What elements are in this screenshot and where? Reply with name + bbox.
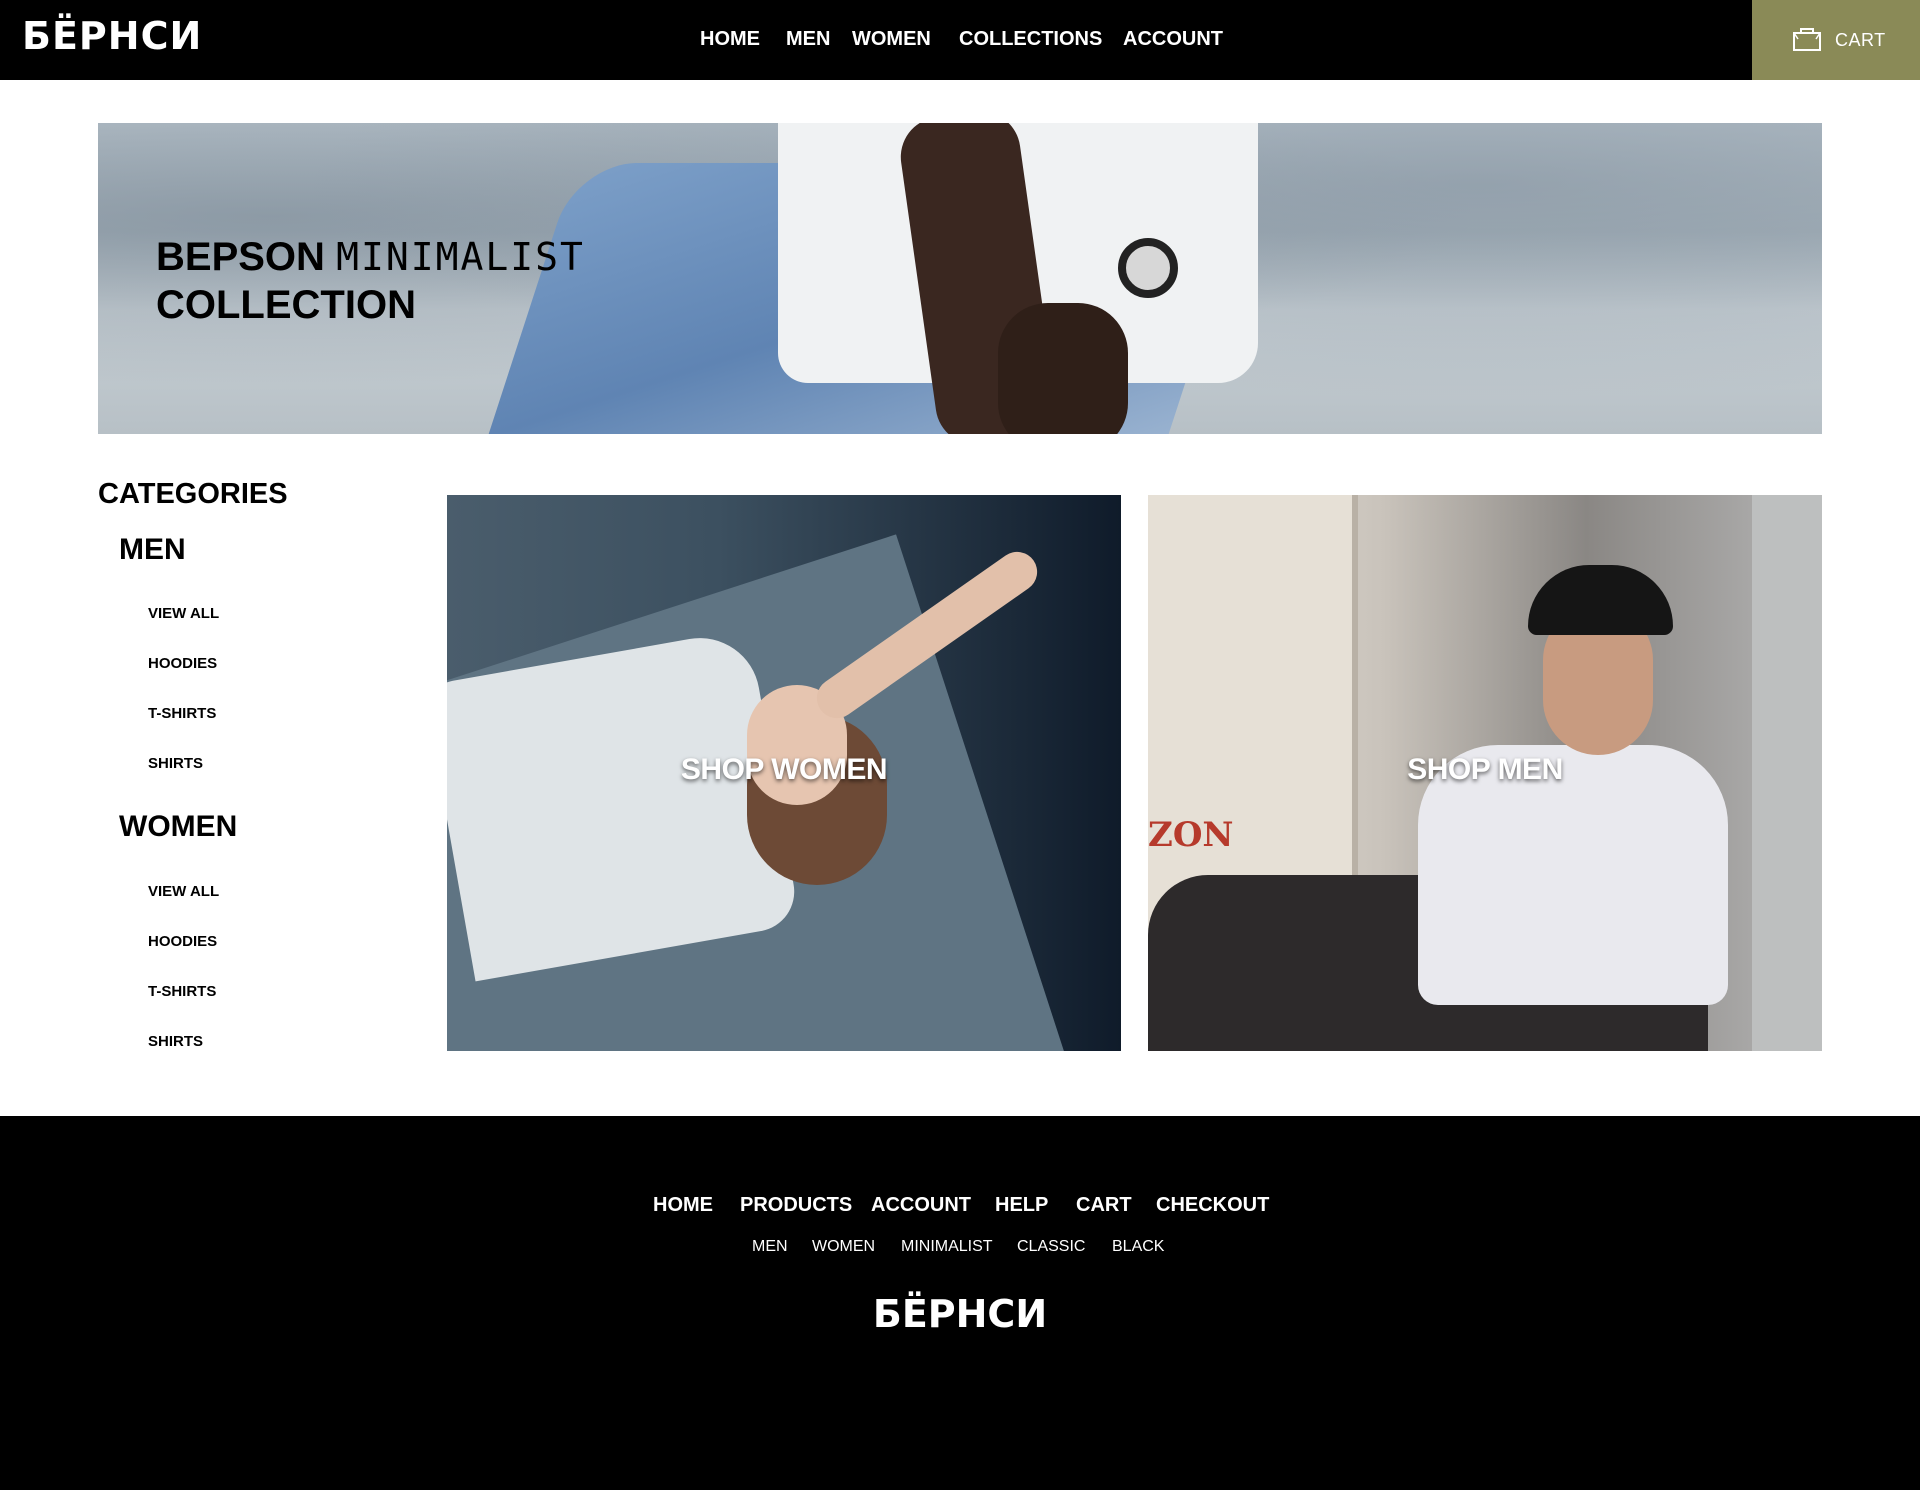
footer-link-women[interactable]: WOMEN	[812, 1238, 875, 1256]
hero-collection: COLLECTION	[156, 283, 416, 327]
shop-women-label: SHOP WOMEN	[680, 753, 888, 786]
footer-nav-checkout[interactable]: CHECKOUT	[1156, 1194, 1269, 1217]
shop-women-tile[interactable]: SHOP WOMEN	[447, 495, 1121, 1051]
category-women-hoodies[interactable]: HOODIES	[148, 933, 217, 950]
category-women-view-all[interactable]: VIEW ALL	[148, 883, 219, 900]
footer-link-classic[interactable]: CLASSIC	[1017, 1238, 1085, 1256]
hero-subtitle: MINIMALIST	[336, 235, 585, 279]
brand-logo[interactable]: БЁРНСИ	[22, 14, 202, 58]
footer-link-men[interactable]: MEN	[752, 1238, 788, 1256]
footer-nav-cart[interactable]: CART	[1076, 1194, 1132, 1217]
nav-collections[interactable]: COLLECTIONS	[959, 28, 1102, 51]
category-women-shirts[interactable]: SHIRTS	[148, 1033, 203, 1050]
nav-women[interactable]: WOMEN	[852, 28, 931, 51]
footer-link-black[interactable]: BLACK	[1112, 1238, 1164, 1256]
hero-brand: BEPSON	[156, 235, 325, 279]
hero-banner[interactable]: BEPSON MINIMALIST COLLECTION	[98, 123, 1822, 434]
nav-men[interactable]: MEN	[786, 28, 830, 51]
footer-nav-home[interactable]: HOME	[653, 1194, 713, 1217]
footer-link-minimalist[interactable]: MINIMALIST	[901, 1238, 993, 1256]
shopping-bag-icon	[1793, 28, 1821, 51]
footer-logo[interactable]: БЁРНСИ	[0, 1292, 1920, 1336]
category-men-title[interactable]: MEN	[119, 533, 186, 567]
top-navigation-bar: БЁРНСИ HOME MEN WOMEN COLLECTIONS ACCOUN…	[0, 0, 1920, 80]
categories-heading: CATEGORIES	[98, 478, 288, 510]
hero-watch-graphic	[1118, 238, 1178, 298]
nav-account[interactable]: ACCOUNT	[1123, 28, 1223, 51]
category-men-hoodies[interactable]: HOODIES	[148, 655, 217, 672]
category-women-title[interactable]: WOMEN	[119, 810, 237, 844]
cart-button[interactable]: CART	[1752, 0, 1920, 80]
footer-nav-help[interactable]: HELP	[995, 1194, 1048, 1217]
footer-nav-products[interactable]: PRODUCTS	[740, 1194, 852, 1217]
men-cap-graphic	[1528, 565, 1673, 635]
hero-hand-graphic	[998, 303, 1128, 434]
shop-men-tile[interactable]: ZON SHOP MEN	[1148, 495, 1822, 1051]
cart-label: CART	[1835, 30, 1886, 50]
hero-title: BEPSON MINIMALIST COLLECTION	[156, 233, 585, 329]
shop-men-label: SHOP MEN	[1407, 753, 1563, 786]
category-men-tshirts[interactable]: T-SHIRTS	[148, 705, 216, 722]
footer-nav-account[interactable]: ACCOUNT	[871, 1194, 971, 1217]
category-women-tshirts[interactable]: T-SHIRTS	[148, 983, 216, 1000]
category-men-shirts[interactable]: SHIRTS	[148, 755, 203, 772]
category-men-view-all[interactable]: VIEW ALL	[148, 605, 219, 622]
footer: HOME PRODUCTS ACCOUNT HELP CART CHECKOUT…	[0, 1116, 1920, 1490]
nav-home[interactable]: HOME	[700, 28, 760, 51]
men-pump-sign: ZON	[1148, 815, 1234, 855]
